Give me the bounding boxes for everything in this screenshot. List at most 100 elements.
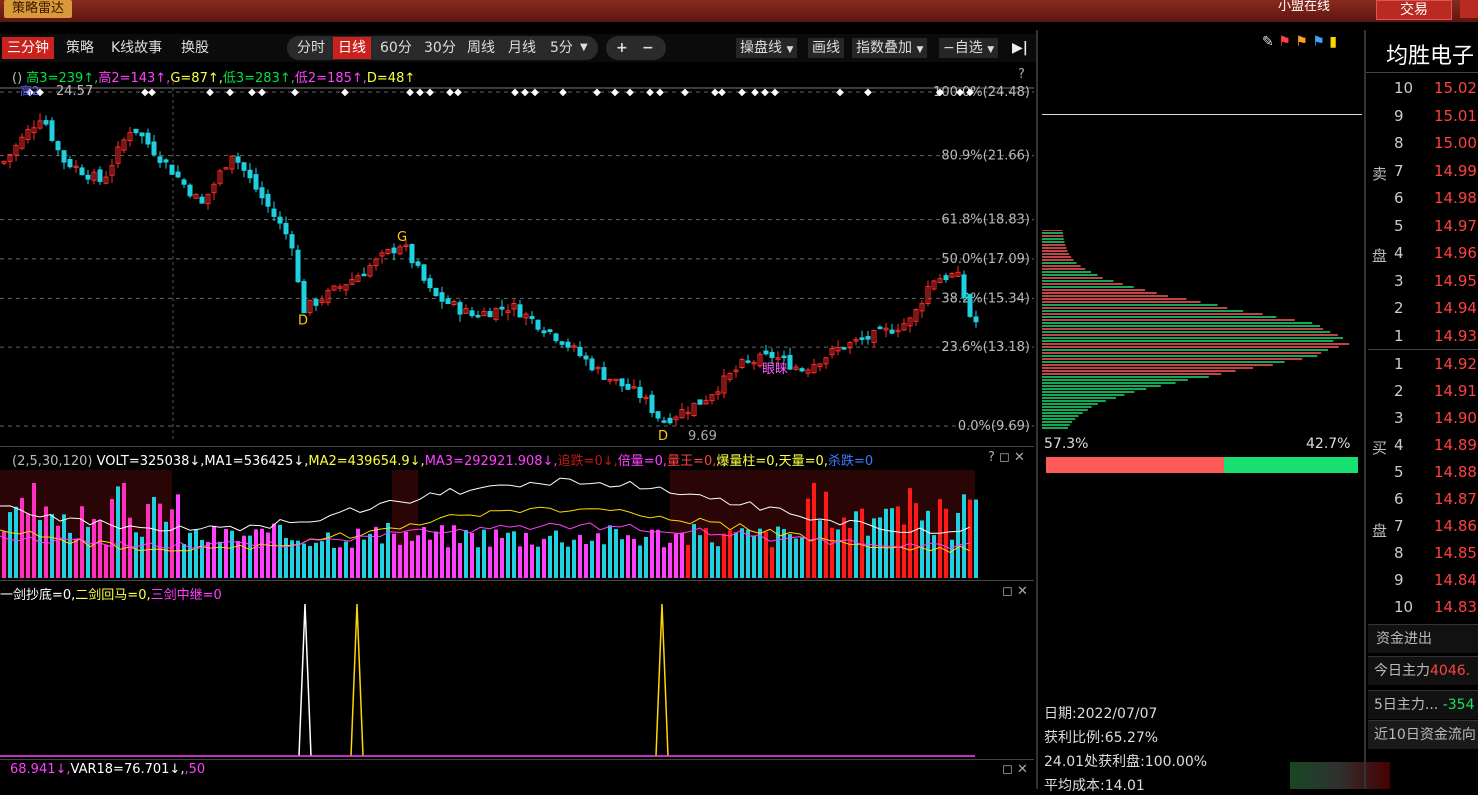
- watchlist-label: 自选: [954, 40, 983, 56]
- funds-title[interactable]: 资金进出: [1368, 624, 1478, 653]
- volume-bar: [278, 524, 282, 578]
- candle-body: [313, 298, 319, 306]
- help-icon[interactable]: ?: [1018, 67, 1025, 82]
- signal-diamond-icon: ◆: [611, 87, 619, 98]
- volume-bar: [974, 499, 978, 578]
- candle-body: [85, 174, 91, 180]
- volume-bar: [350, 547, 354, 578]
- volume-bar: [542, 538, 546, 578]
- candle-body: [487, 311, 493, 318]
- order-book-row-sell[interactable]: 5 14.97: [1368, 217, 1478, 244]
- flag-orange-icon[interactable]: ⚑: [1295, 34, 1308, 50]
- order-book-row-sell[interactable]: 6 14.98: [1368, 189, 1478, 216]
- top-edge-button[interactable]: [1460, 0, 1478, 18]
- volume-indicator-prefix: (2,5,30,120): [12, 454, 93, 469]
- order-book-row-sell[interactable]: 4 14.96: [1368, 244, 1478, 271]
- funds-ten-day-link[interactable]: 近10日资金流向: [1368, 720, 1478, 749]
- collapse-right-icon[interactable]: ▶|: [1012, 37, 1028, 59]
- order-book-row-sell[interactable]: 7 14.99: [1368, 162, 1478, 189]
- order-book-row-buy[interactable]: 5 14.88: [1368, 463, 1478, 490]
- index-overlay-button[interactable]: 指数叠加 ▼: [852, 38, 928, 58]
- volume-bar: [8, 512, 12, 578]
- zoom-out-button[interactable]: −: [642, 37, 654, 59]
- order-book-row-sell[interactable]: 8 15.00: [1368, 134, 1478, 161]
- order-book-row-buy[interactable]: 3 14.90: [1368, 409, 1478, 436]
- candle-body: [943, 275, 949, 281]
- order-book-row-buy[interactable]: 10 14.83: [1368, 598, 1478, 625]
- fib-level-label: 38.2%(15.34): [941, 291, 1030, 306]
- volume-bar: [458, 543, 462, 578]
- order-book-row-buy[interactable]: 6 14.87: [1368, 490, 1478, 517]
- order-book-row-buy[interactable]: 7 14.86: [1368, 517, 1478, 544]
- maximize-icon[interactable]: ◻: [1002, 584, 1013, 599]
- order-book-row-buy[interactable]: 1 14.92: [1368, 355, 1478, 382]
- pen-icon[interactable]: ✎: [1262, 34, 1274, 50]
- tab-three-minute[interactable]: 三分钟: [2, 37, 54, 59]
- tab-swap-stock[interactable]: 换股: [181, 37, 209, 59]
- zoom-control: [606, 36, 666, 60]
- help-icon[interactable]: ?: [988, 450, 995, 465]
- order-book-row-sell[interactable]: 3 14.95: [1368, 272, 1478, 299]
- order-book-row-sell[interactable]: 9 15.01: [1368, 107, 1478, 134]
- period-weekly[interactable]: 周线: [467, 37, 495, 59]
- candle-body: [541, 330, 547, 334]
- period-30min[interactable]: 30分: [424, 37, 456, 59]
- order-book-row-buy[interactable]: 4 14.89: [1368, 436, 1478, 463]
- strategy-radar-button[interactable]: 策略雷达: [4, 0, 73, 18]
- volume-bar: [176, 494, 180, 578]
- order-level: 2: [1394, 299, 1404, 317]
- volume-chart[interactable]: [0, 470, 1034, 578]
- sword-indicator-chart[interactable]: [0, 602, 1034, 758]
- candlestick-chart[interactable]: 100.0%(24.48) 80.9%(21.66) 61.8%(18.83) 50.…: [0, 82, 1034, 442]
- close-icon[interactable]: ✕: [1014, 450, 1025, 465]
- flag-blue-icon[interactable]: ⚑: [1312, 34, 1325, 50]
- maximize-icon[interactable]: ◻: [1002, 762, 1013, 777]
- chevron-down-icon[interactable]: ▼: [580, 37, 588, 59]
- chart-signal-marker: D: [298, 314, 308, 329]
- volume-bar: [158, 503, 162, 578]
- period-60min[interactable]: 60分: [380, 37, 412, 59]
- chip-profit-percent: 57.3%: [1044, 436, 1089, 452]
- order-level: 1: [1394, 326, 1404, 345]
- volume-bar: [698, 535, 702, 578]
- order-book-row-buy[interactable]: 2 14.91: [1368, 382, 1478, 409]
- candle-body: [415, 261, 421, 266]
- candle-body: [271, 208, 277, 217]
- minus-icon: −: [943, 40, 955, 56]
- volume-bar: [452, 525, 456, 578]
- close-icon[interactable]: ✕: [1017, 762, 1028, 777]
- candle-body: [457, 302, 463, 315]
- tab-kline-story[interactable]: K线故事: [111, 37, 162, 59]
- panel-controls[interactable]: ◻ ✕: [1002, 584, 1028, 599]
- volume-bar: [266, 532, 270, 578]
- signal-diamond-icon: ◆: [206, 87, 214, 98]
- bookmark-icon[interactable]: ▮: [1329, 34, 1337, 50]
- panel-controls[interactable]: ? ◻ ✕: [988, 450, 1025, 465]
- alliance-online-link[interactable]: 小盟在线: [1278, 0, 1330, 14]
- panel-controls[interactable]: ◻ ✕: [1002, 762, 1028, 777]
- order-price: 14.94: [1434, 299, 1477, 317]
- period-intraday[interactable]: 分时: [297, 37, 325, 59]
- volume-bar: [500, 537, 504, 578]
- volume-bar: [110, 498, 114, 578]
- tab-strategy[interactable]: 策略: [66, 37, 94, 59]
- trade-button[interactable]: 交易: [1376, 0, 1452, 20]
- draw-line-button[interactable]: 画线: [808, 38, 844, 58]
- candle-body: [43, 120, 49, 125]
- volume-bar: [308, 545, 312, 578]
- candle-body: [559, 341, 565, 345]
- order-book-row-buy[interactable]: 8 14.85: [1368, 544, 1478, 571]
- close-icon[interactable]: ✕: [1017, 584, 1028, 599]
- order-book-row-buy[interactable]: 9 14.84: [1368, 571, 1478, 598]
- flag-red-icon[interactable]: ⚑: [1278, 34, 1291, 50]
- maximize-icon[interactable]: ◻: [999, 450, 1010, 465]
- period-monthly[interactable]: 月线: [508, 37, 536, 59]
- period-daily[interactable]: 日线: [333, 37, 371, 59]
- volume-bar: [32, 483, 36, 578]
- watchlist-button[interactable]: −自选 ▼: [939, 38, 999, 58]
- period-5min[interactable]: 5分: [550, 37, 573, 59]
- trade-line-button[interactable]: 操盘线 ▼: [736, 38, 798, 58]
- zoom-in-button[interactable]: +: [616, 37, 628, 59]
- order-book-row-sell[interactable]: 2 14.94: [1368, 299, 1478, 326]
- order-book-row-sell[interactable]: 10 15.02: [1368, 79, 1478, 106]
